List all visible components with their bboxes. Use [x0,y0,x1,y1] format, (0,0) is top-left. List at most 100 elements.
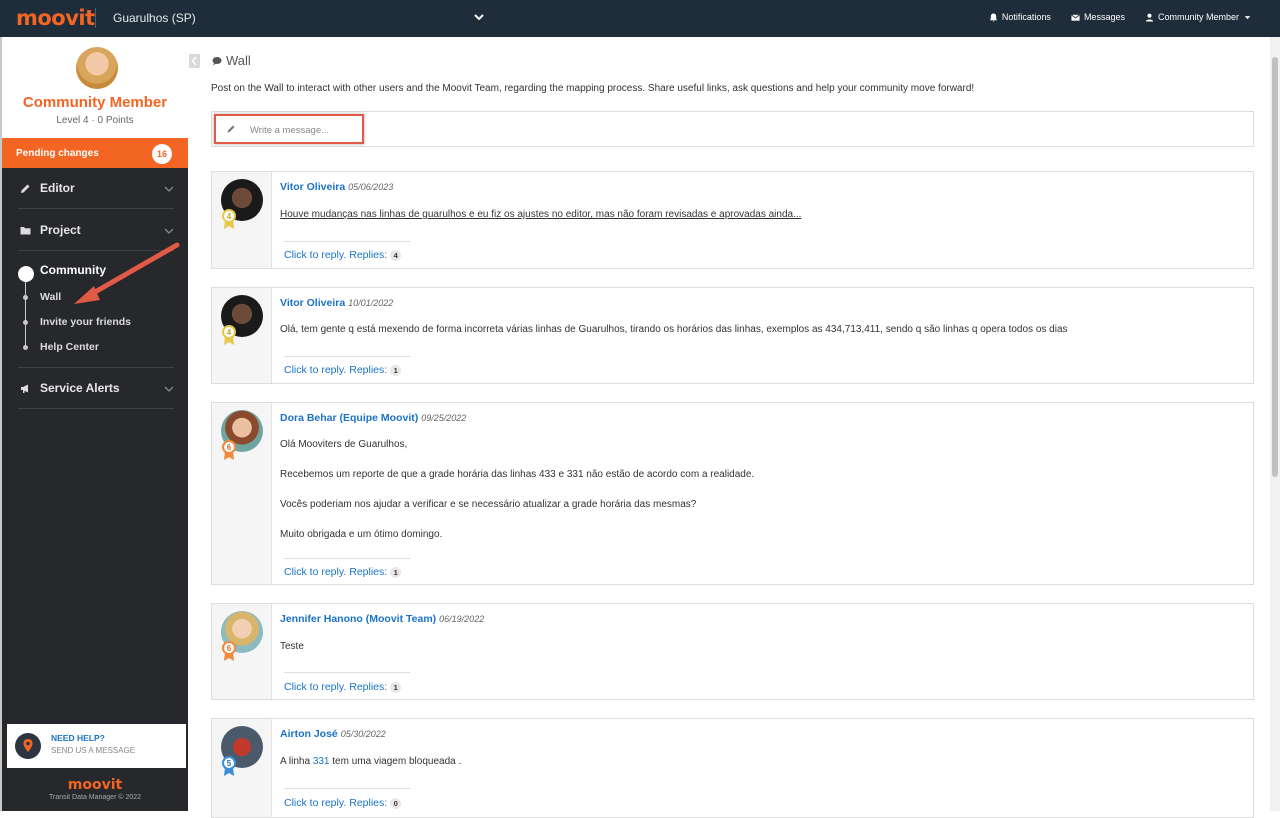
page-title: Wall [212,53,251,68]
page-title-text: Wall [226,53,251,68]
post-avatar-column: 5 [212,719,272,817]
messages-label: Messages [1083,12,1125,22]
sidebar-item-label: Editor [40,181,75,195]
sidebar: Community Member Level 4 · 0 Points Pend… [0,37,188,811]
profile-name[interactable]: Community Member [2,94,188,111]
write-message-input[interactable]: Write a message... [214,114,364,144]
tree-dot [23,320,28,325]
footer-copyright: Transit Data Manager © 2022 [48,794,142,801]
bell-icon [989,12,998,22]
wall-post: 4 Vitor Oliveira 10/01/2022 Olá, tem gent… [211,287,1254,384]
logo-divider [95,8,96,28]
post-date: 05/06/2023 [348,182,394,192]
svg-text:4: 4 [227,328,232,337]
post-body: A linha 331 tem uma viagem bloqueada . [280,756,462,767]
need-help-subtitle: SEND US A MESSAGE [51,746,136,755]
replies-count-badge: 4 [390,249,402,261]
reply-link[interactable]: Click to reply. Replies: 4 [284,249,402,261]
envelope-icon [1071,13,1080,21]
post-body: Teste [280,641,304,652]
sidebar-collapse-button[interactable] [189,54,200,68]
notifications-link[interactable]: Notifications [989,12,1051,22]
divider [284,241,410,242]
reply-link[interactable]: Click to reply. Replies: 1 [284,681,402,693]
pending-changes-label: Pending changes [16,148,99,159]
post-author[interactable]: Vitor Oliveira 05/06/2023 [280,181,393,193]
chat-bubble-icon [18,266,34,282]
divider [284,558,410,559]
post-author[interactable]: Dora Behar (Equipe Moovit) 09/25/2022 [280,412,466,424]
post-body-line: Recebemos um reporte de que a grade horá… [280,469,755,480]
message-composer: Write a message... [211,111,1254,147]
divider [18,367,174,368]
notifications-label: Notifications [1001,12,1051,22]
post-body-line: Olá Mooviters de Guarulhos, [280,439,408,450]
sidebar-item-wall[interactable]: Wall [40,291,61,303]
post-avatar-column: 6 [212,604,272,699]
user-menu[interactable]: Community Member [1145,12,1252,22]
post-author[interactable]: Jennifer Hanono (Moovit Team) 06/19/2022 [280,613,484,625]
top-navbar: moovit Guarulhos (SP) Notifications Mess… [0,0,1280,37]
city-name[interactable]: Guarulhos (SP) [113,11,196,25]
need-help-title: NEED HELP? [51,733,105,743]
profile-avatar[interactable] [76,47,118,89]
wall-post: 4 Vitor Oliveira 05/06/2023 Houve mudança… [211,171,1254,269]
user-icon [1145,13,1154,22]
wall-post: 6 Jennifer Hanono (Moovit Team) 06/19/202… [211,603,1254,700]
level-badge-icon: 6 [222,440,236,460]
post-body[interactable]: Houve mudanças nas linhas de guarulhos e… [280,209,801,220]
pencil-icon [21,184,30,193]
post-body: Olá, tem gente q está mexendo de forma i… [280,324,1068,335]
post-date: 09/25/2022 [421,413,467,423]
sidebar-item-label: Service Alerts [40,381,120,395]
sidebar-item-help-center[interactable]: Help Center [40,341,99,353]
scrollbar-thumb[interactable] [1272,57,1278,477]
reply-link[interactable]: Click to reply. Replies: 1 [284,364,402,376]
tree-dot [23,295,28,300]
chevron-down-icon [164,228,174,234]
chevron-down-icon [164,386,174,392]
folder-icon [20,227,31,235]
post-author[interactable]: Vitor Oliveira 10/01/2022 [280,297,393,309]
tree-dot [23,345,28,350]
level-badge-icon: 4 [222,325,236,345]
replies-count-badge: 0 [390,797,402,809]
pending-changes-button[interactable]: Pending changes 16 [2,138,188,168]
divider [284,356,410,357]
svg-text:6: 6 [227,443,232,452]
reply-link[interactable]: Click to reply. Replies: 1 [284,566,402,578]
sidebar-item-editor[interactable]: Editor [18,169,174,209]
sidebar-item-service-alerts[interactable]: Service Alerts [18,369,174,409]
post-author[interactable]: Airton José 05/30/2022 [280,728,386,740]
level-badge-icon: 5 [222,756,236,776]
sidebar-item-project[interactable]: Project [18,211,174,251]
pencil-icon [227,125,235,133]
caret-down-icon [1244,15,1251,19]
sidebar-item-community[interactable]: Community [40,263,106,277]
community-tree-line [25,282,26,346]
post-date: 05/30/2022 [340,729,386,739]
footer-logo: moovit [67,777,123,793]
user-menu-label: Community Member [1157,12,1239,22]
line-link[interactable]: 331 [313,756,330,767]
reply-link[interactable]: Click to reply. Replies: 0 [284,797,402,809]
replies-count-badge: 1 [390,364,402,376]
post-date: 10/01/2022 [348,298,394,308]
messages-link[interactable]: Messages [1071,12,1125,22]
divider [284,672,410,673]
svg-text:5: 5 [227,759,232,768]
post-body-line: Vocês poderiam nos ajudar a verificar e … [280,499,697,510]
level-badge-icon: 4 [222,209,236,229]
chevron-down-icon[interactable] [472,10,486,24]
post-avatar-column: 4 [212,288,272,383]
replies-count-badge: 1 [390,681,402,693]
profile-level: Level 4 · 0 Points [56,115,134,126]
post-avatar-column: 6 [212,403,272,584]
need-help-button[interactable]: NEED HELP? SEND US A MESSAGE [7,724,186,768]
moovit-logo[interactable]: moovit [16,6,95,30]
svg-text:6: 6 [227,644,232,653]
sidebar-item-invite-friends[interactable]: Invite your friends [40,316,131,328]
page-scrollbar[interactable] [1270,37,1280,811]
profile-card: Community Member Level 4 · 0 Points [2,37,188,138]
comment-icon [212,56,222,65]
